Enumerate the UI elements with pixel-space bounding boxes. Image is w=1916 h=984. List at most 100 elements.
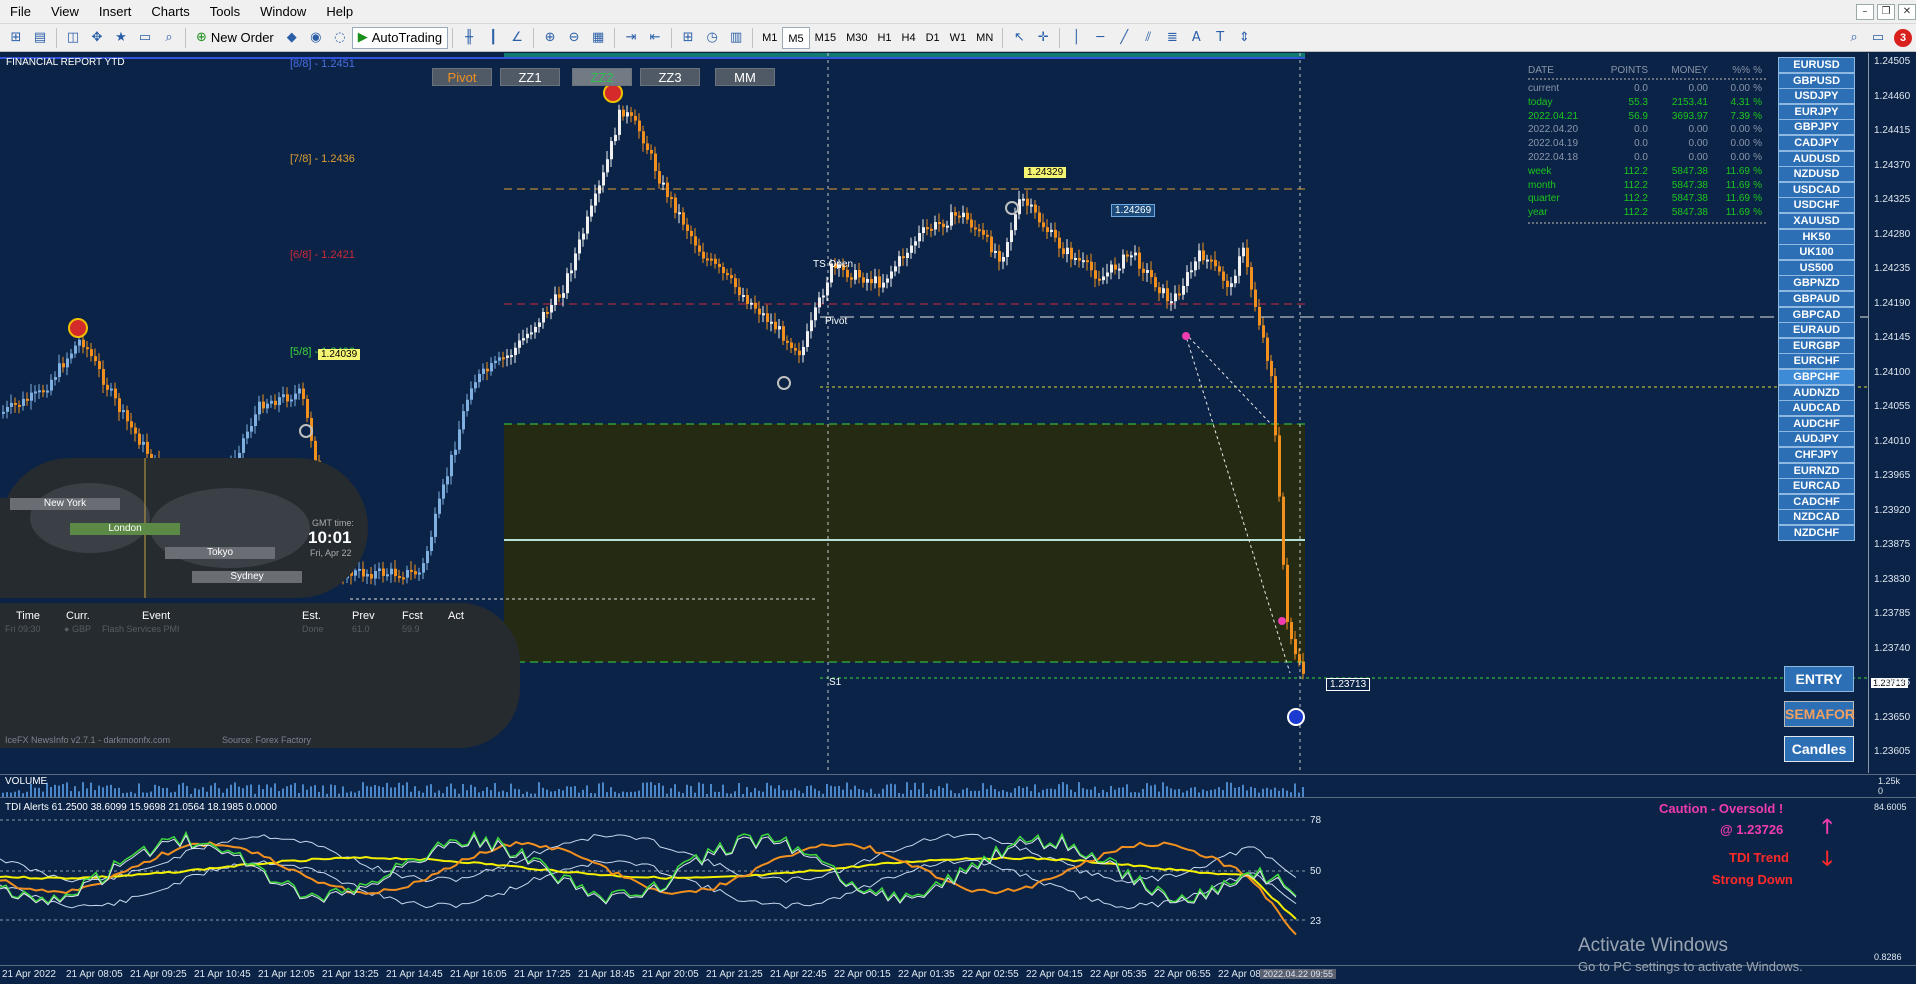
symbol-button-eurusd[interactable]: EURUSD <box>1778 57 1855 73</box>
tf-m15[interactable]: M15 <box>810 27 841 49</box>
market-watch-icon[interactable]: ◫ <box>62 27 84 49</box>
periods-icon[interactable]: ◷ <box>701 27 723 49</box>
horizontal-line-icon[interactable]: ─ <box>1089 27 1111 49</box>
symbol-button-gbpchf[interactable]: GBPCHF <box>1778 369 1855 385</box>
symbol-button-nzdcad[interactable]: NZDCAD <box>1778 509 1855 526</box>
tile-windows-icon[interactable]: ▦ <box>587 27 609 49</box>
zz3-button[interactable]: ZZ3 <box>640 68 700 86</box>
entry-button[interactable]: ENTRY <box>1784 666 1854 692</box>
news-source: Source: Forex Factory <box>222 735 312 745</box>
navigator-icon[interactable]: ★ <box>110 27 132 49</box>
menu-window[interactable]: Window <box>250 0 316 24</box>
symbol-button-xauusd[interactable]: XAUUSD <box>1778 213 1855 229</box>
symbol-button-hk50[interactable]: HK50 <box>1778 228 1855 245</box>
symbol-button-chfjpy[interactable]: CHFJPY <box>1778 447 1855 463</box>
new-chart-icon[interactable]: ⊞ <box>5 27 27 49</box>
menu-file[interactable]: File <box>0 0 41 24</box>
autotrading-button[interactable]: ▶ AutoTrading <box>351 26 449 49</box>
vertical-line-icon[interactable]: │ <box>1065 27 1087 49</box>
volume-bar <box>1210 789 1212 797</box>
symbol-button-nzdchf[interactable]: NZDCHF <box>1778 525 1855 541</box>
profiles-icon[interactable]: ▤ <box>29 27 51 49</box>
symbol-button-eurnzd[interactable]: EURNZD <box>1778 462 1855 479</box>
tf-h4[interactable]: H4 <box>897 27 921 49</box>
metaeditor-icon[interactable]: ◆ <box>281 27 303 49</box>
zoom-in-icon[interactable]: ⊕ <box>539 27 561 49</box>
menu-view[interactable]: View <box>41 0 89 24</box>
menu-insert[interactable]: Insert <box>89 0 142 24</box>
symbol-button-gbpnzd[interactable]: GBPNZD <box>1778 275 1855 292</box>
symbol-button-audusd[interactable]: AUDUSD <box>1778 150 1855 167</box>
tf-h1[interactable]: H1 <box>872 27 896 49</box>
restore-icon[interactable]: ❐ <box>1877 4 1895 20</box>
menu-charts[interactable]: Charts <box>141 0 199 24</box>
price-axis[interactable]: 1.23713 1.24505 1.24460 1.24415 1.24370 1.24… <box>1868 53 1916 773</box>
candles-button[interactable]: Candles <box>1784 736 1854 762</box>
data-window-icon[interactable]: ✥ <box>86 27 108 49</box>
symbol-button-us500[interactable]: US500 <box>1778 259 1855 276</box>
tf-d1[interactable]: D1 <box>921 27 945 49</box>
notification-badge[interactable]: 3 <box>1894 28 1912 47</box>
symbol-button-eurjpy[interactable]: EURJPY <box>1778 103 1855 120</box>
crosshair-icon[interactable]: ✛ <box>1032 27 1054 49</box>
fibonacci-icon[interactable]: ≣ <box>1161 27 1183 49</box>
pivot-button[interactable]: Pivot <box>432 68 492 86</box>
symbol-button-audjpy[interactable]: AUDJPY <box>1778 431 1855 448</box>
symbol-button-usdcad[interactable]: USDCAD <box>1778 181 1855 198</box>
symbol-button-eurchf[interactable]: EURCHF <box>1778 353 1855 370</box>
tester-icon[interactable]: ⌕ <box>158 27 180 49</box>
zz1-button[interactable]: ZZ1 <box>500 68 560 86</box>
text-icon[interactable]: A <box>1185 27 1207 49</box>
symbol-button-audchf[interactable]: AUDCHF <box>1778 415 1855 432</box>
candle-body <box>1178 293 1181 296</box>
symbol-button-gbpusd[interactable]: GBPUSD <box>1778 72 1855 89</box>
price-chart[interactable]: FINANCIAL REPORT YTD Pivot ZZ1 ZZ2 ZZ3 M… <box>0 53 1916 773</box>
tf-m1[interactable]: M1 <box>757 27 782 49</box>
semafor-button[interactable]: SEMAFOR <box>1784 701 1855 727</box>
mm-button[interactable]: MM <box>715 68 775 86</box>
chart-shift-icon[interactable]: ⇤ <box>644 27 666 49</box>
close-icon[interactable]: ✕ <box>1898 4 1916 20</box>
indicators-icon[interactable]: ⊞ <box>677 27 699 49</box>
tf-m30[interactable]: M30 <box>841 27 872 49</box>
symbol-button-euraud[interactable]: EURAUD <box>1778 322 1855 339</box>
tf-m5[interactable]: M5 <box>782 26 810 49</box>
line-chart-icon[interactable]: ∠ <box>506 27 528 49</box>
cursor-icon[interactable]: ↖ <box>1008 27 1030 49</box>
channel-icon[interactable]: ⫽ <box>1137 27 1159 49</box>
symbol-button-gbpaud[interactable]: GBPAUD <box>1778 291 1855 307</box>
new-order-button[interactable]: ⊕ New Order <box>190 27 280 49</box>
menu-tools[interactable]: Tools <box>200 0 250 24</box>
symbol-button-audcad[interactable]: AUDCAD <box>1778 400 1855 417</box>
symbol-button-audnzd[interactable]: AUDNZD <box>1778 384 1855 401</box>
terminal-icon[interactable]: ▭ <box>134 27 156 49</box>
symbol-button-uk100[interactable]: UK100 <box>1778 244 1855 261</box>
zz2-button[interactable]: ZZ2 <box>572 68 632 86</box>
candlestick-icon[interactable]: ┃ <box>482 27 504 49</box>
symbol-button-cadchf[interactable]: CADCHF <box>1778 493 1855 510</box>
tf-mn[interactable]: MN <box>971 27 998 49</box>
minimize-icon[interactable]: – <box>1856 4 1874 20</box>
symbol-button-nzdusd[interactable]: NZDUSD <box>1778 166 1855 183</box>
bar-chart-icon[interactable]: ╫ <box>458 27 480 49</box>
menu-help[interactable]: Help <box>316 0 363 24</box>
symbol-button-cadjpy[interactable]: CADJPY <box>1778 135 1855 151</box>
templates-icon[interactable]: ▥ <box>725 27 747 49</box>
text-label-icon[interactable]: T <box>1209 27 1231 49</box>
symbol-button-gbpcad[interactable]: GBPCAD <box>1778 306 1855 323</box>
volume-panel[interactable]: VOLUME 1.25k 0 <box>0 774 1916 797</box>
auto-scroll-icon[interactable]: ⇥ <box>620 27 642 49</box>
symbol-button-eurcad[interactable]: EURCAD <box>1778 478 1855 495</box>
signals-icon[interactable]: ◉ <box>305 27 327 49</box>
chat-icon[interactable]: ▭ <box>1867 27 1889 49</box>
arrows-icon[interactable]: ⇕ <box>1233 27 1255 49</box>
trendline-icon[interactable]: ╱ <box>1113 27 1135 49</box>
vps-icon[interactable]: ◌ <box>329 27 351 49</box>
symbol-button-usdjpy[interactable]: USDJPY <box>1778 88 1855 105</box>
symbol-button-gbpjpy[interactable]: GBPJPY <box>1778 119 1855 136</box>
symbol-button-usdchf[interactable]: USDCHF <box>1778 197 1855 214</box>
zoom-out-icon[interactable]: ⊖ <box>563 27 585 49</box>
search-icon[interactable]: ⌕ <box>1843 27 1865 49</box>
symbol-button-eurgbp[interactable]: EURGBP <box>1778 337 1855 354</box>
tf-w1[interactable]: W1 <box>945 27 972 49</box>
